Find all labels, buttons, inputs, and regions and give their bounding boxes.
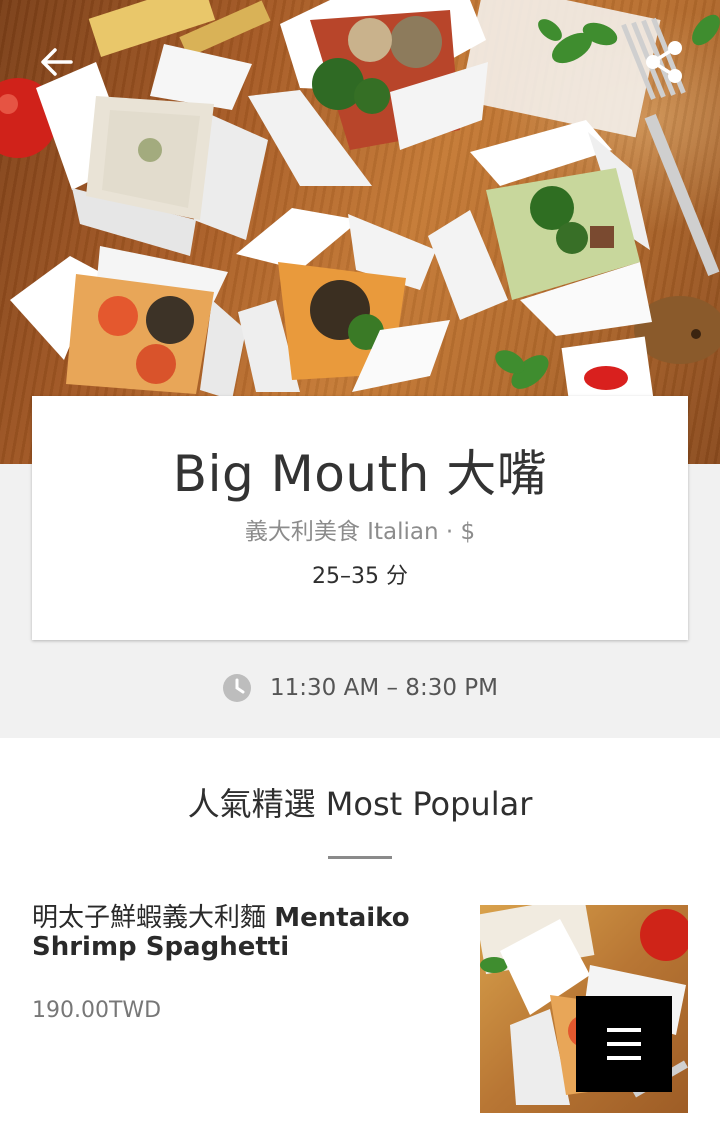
opening-hours: 11:30 AM – 8:30 PM bbox=[0, 670, 720, 706]
takeout-box-cream-pasta bbox=[236, 208, 450, 392]
takeout-box-shrimp-spaghetti bbox=[10, 246, 246, 400]
napkin bbox=[459, 0, 661, 138]
section-title: 人氣精選 Most Popular bbox=[187, 785, 533, 823]
restaurant-name: Big Mouth 大嘴 bbox=[172, 445, 548, 503]
share-button[interactable] bbox=[638, 36, 690, 88]
hero-image bbox=[0, 0, 720, 464]
restaurant-card: Big Mouth 大嘴 義大利美食 Italian · $ 25–35 分 bbox=[32, 396, 688, 640]
delivery-time: 25–35 分 bbox=[312, 564, 408, 589]
menu-icon bbox=[607, 1028, 641, 1060]
menu-button[interactable] bbox=[576, 996, 672, 1092]
clock-icon bbox=[223, 674, 252, 702]
arrow-left-icon bbox=[41, 48, 73, 76]
section-divider bbox=[328, 856, 392, 859]
menu-item-title-zh: 明太子鮮蝦義大利麵 bbox=[32, 903, 267, 933]
takeout-box-seafood bbox=[248, 0, 488, 186]
menu-item-price: 190.00TWD bbox=[32, 998, 162, 1023]
share-icon bbox=[646, 41, 682, 83]
cuisine-price-line: 義大利美食 Italian · $ bbox=[244, 519, 476, 545]
menu-item-title[interactable]: 明太子鮮蝦義大利麵 Mentaiko Shrimp Spaghetti bbox=[32, 904, 452, 962]
takeout-box-pesto-risotto bbox=[428, 120, 652, 336]
hours-text: 11:30 AM – 8:30 PM bbox=[270, 675, 498, 701]
food-photo bbox=[0, 0, 720, 418]
back-button[interactable] bbox=[30, 36, 82, 88]
